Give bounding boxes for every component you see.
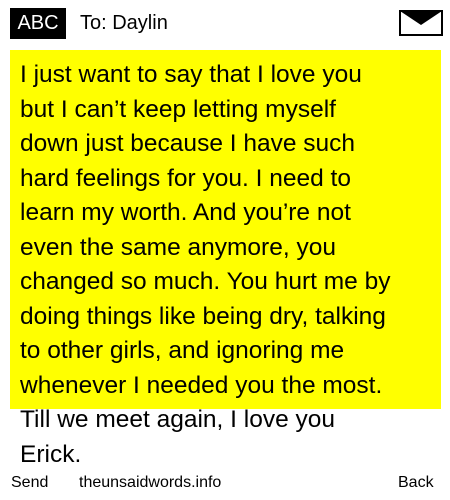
softkey-bar: Send theunsaidwords.info Back [0, 472, 450, 496]
message-body[interactable]: I just want to say that I love you but I… [20, 58, 445, 472]
back-softkey[interactable]: Back [398, 472, 434, 494]
message-header: ABC To: Daylin [0, 0, 450, 42]
send-softkey[interactable]: Send [11, 472, 48, 494]
phone-screen: ABC To: Daylin I just want to say that I… [0, 0, 450, 500]
recipient-label: To: Daylin [80, 12, 168, 34]
envelope-icon [399, 10, 443, 36]
input-mode-badge[interactable]: ABC [10, 8, 66, 39]
site-watermark: theunsaidwords.info [79, 474, 222, 491]
